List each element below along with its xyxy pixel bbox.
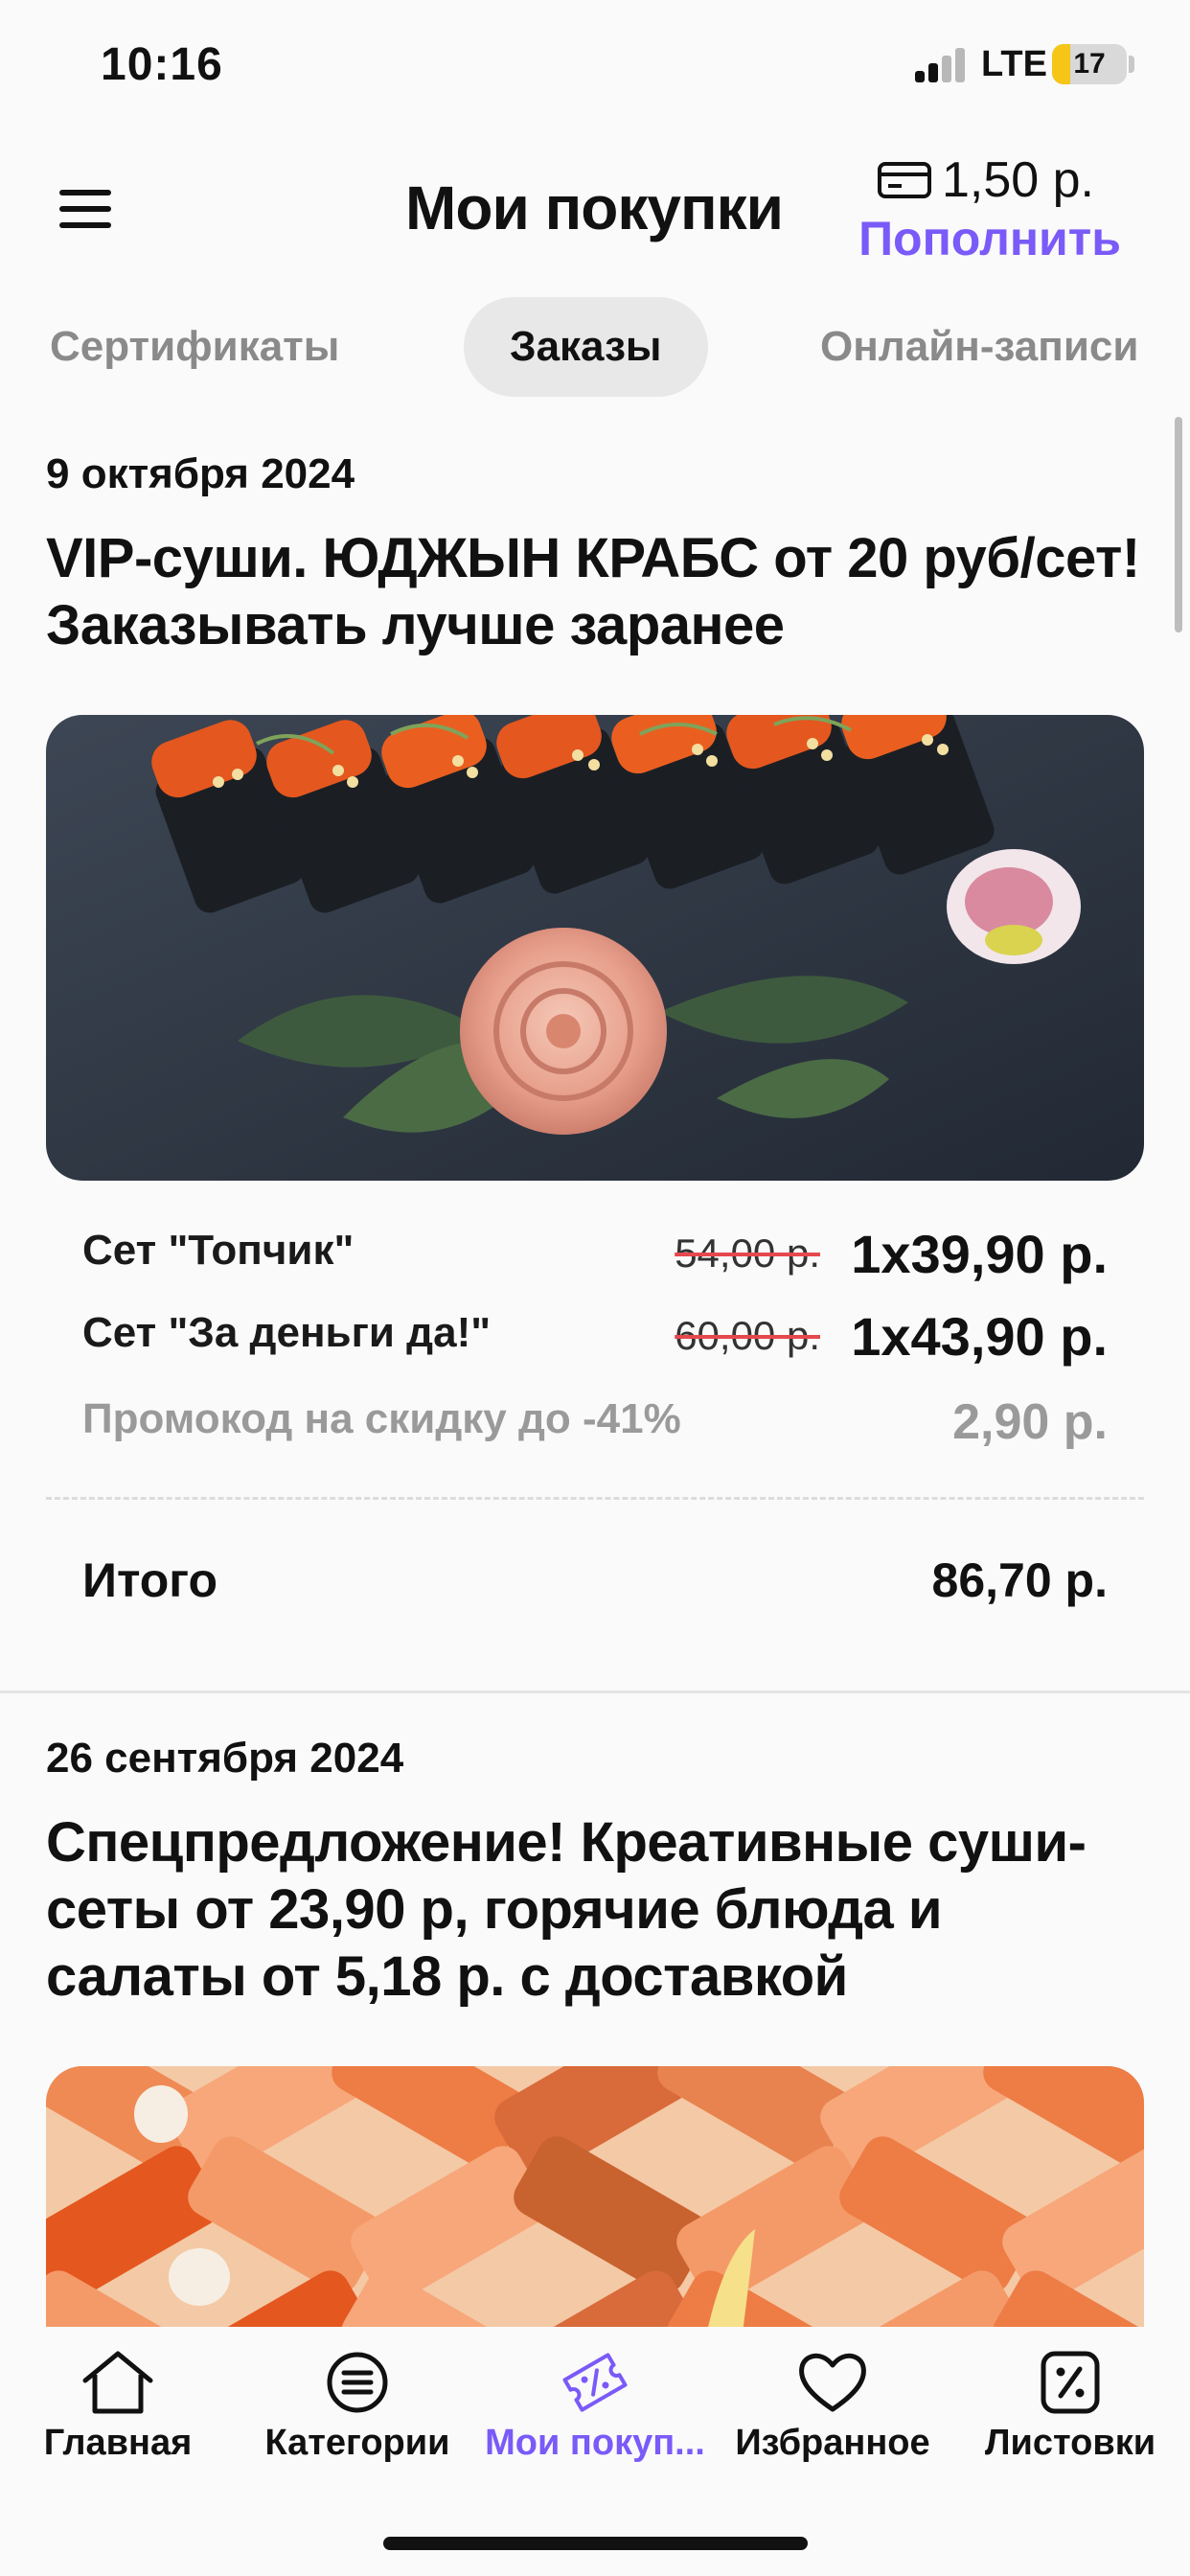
leaflets-icon xyxy=(1041,2351,1100,2414)
tabbar-label: Главная xyxy=(43,2423,193,2463)
item-qty-price: 1x39,90 р. xyxy=(851,1224,1108,1284)
item-name: Сет "Топчик" xyxy=(82,1227,355,1274)
sushi-photo xyxy=(46,715,1144,1181)
topup-button[interactable]: Пополнить xyxy=(858,211,1121,266)
tab-online-bookings[interactable]: Онлайн-записи xyxy=(820,297,1138,397)
item-old-price: 54,00 р. xyxy=(675,1230,820,1276)
order-date: 9 октября 2024 xyxy=(46,450,355,497)
home-icon xyxy=(82,2351,153,2414)
menu-button[interactable] xyxy=(50,182,123,236)
item-old-price: 60,00 р. xyxy=(675,1313,820,1358)
status-time: 10:16 xyxy=(101,39,223,90)
page-title: Мои покупки xyxy=(405,173,784,242)
wallet-icon xyxy=(877,162,931,198)
order-line-item: Сет "Топчик" 54,00 р. 1x39,90 р. xyxy=(82,1224,1108,1294)
promo-line: Промокод на скидку до -41% 2,90 р. xyxy=(82,1394,1108,1462)
tab-bar-top: Сертификаты Заказы Онлайн-записи xyxy=(0,297,1190,401)
tab-certificates[interactable]: Сертификаты xyxy=(50,297,339,397)
purchases-icon xyxy=(562,2353,628,2412)
signal-icon xyxy=(915,48,969,82)
promo-label: Промокод на скидку до -41% xyxy=(82,1395,681,1442)
dashed-divider xyxy=(46,1497,1144,1500)
order-separator xyxy=(0,1690,1190,1693)
battery-level: 17 xyxy=(1073,48,1106,80)
balance-value: 1,50 р. xyxy=(941,152,1094,208)
order-title[interactable]: VIP-суши. ЮДЖЫН КРАБС от 20 руб/сет! Зак… xyxy=(46,525,1148,659)
tabbar-label: Мои покуп... xyxy=(485,2423,705,2463)
order-image-sushi[interactable] xyxy=(46,715,1144,1181)
total-label: Итого xyxy=(82,1553,218,1607)
item-qty-price: 1x43,90 р. xyxy=(851,1306,1108,1367)
total-value: 86,70 р. xyxy=(931,1553,1108,1607)
scrollbar[interactable] xyxy=(1175,417,1182,632)
tabbar-item-favorites[interactable]: Избранное xyxy=(713,2348,952,2464)
tabbar-item-purchases[interactable]: Мои покуп... xyxy=(475,2348,715,2464)
categories-icon xyxy=(327,2352,388,2413)
tabbar-item-leaflets[interactable]: Листовки xyxy=(950,2348,1190,2464)
status-bar: 10:16 LTE 17 xyxy=(0,0,1190,125)
home-indicator[interactable] xyxy=(383,2537,808,2550)
battery-icon: 17 xyxy=(1052,44,1127,84)
balance[interactable]: 1,50 р. xyxy=(877,151,1094,209)
tabbar-label: Избранное xyxy=(735,2423,930,2463)
tabbar-item-categories[interactable]: Категории xyxy=(238,2348,477,2464)
battery-tip xyxy=(1129,56,1134,73)
promo-value: 2,90 р. xyxy=(952,1394,1108,1450)
order-line-item: Сет "За деньги да!" 60,00 р. 1x43,90 р. xyxy=(82,1306,1108,1376)
heart-icon xyxy=(799,2353,866,2412)
screen: 10:16 LTE 17 Мои покупки 1,50 р. Пополни… xyxy=(0,0,1190,2576)
tab-orders[interactable]: Заказы xyxy=(464,297,708,397)
order-date: 26 сентября 2024 xyxy=(46,1735,404,1782)
tabbar-label: Листовки xyxy=(984,2423,1156,2463)
tabbar-item-home[interactable]: Главная xyxy=(0,2348,238,2464)
tabbar-label: Категории xyxy=(264,2423,450,2463)
item-name: Сет "За деньги да!" xyxy=(82,1309,492,1356)
order-title[interactable]: Спецпредложение! Креативные суши-сеты от… xyxy=(46,1809,1148,2011)
network-type: LTE xyxy=(981,44,1047,84)
